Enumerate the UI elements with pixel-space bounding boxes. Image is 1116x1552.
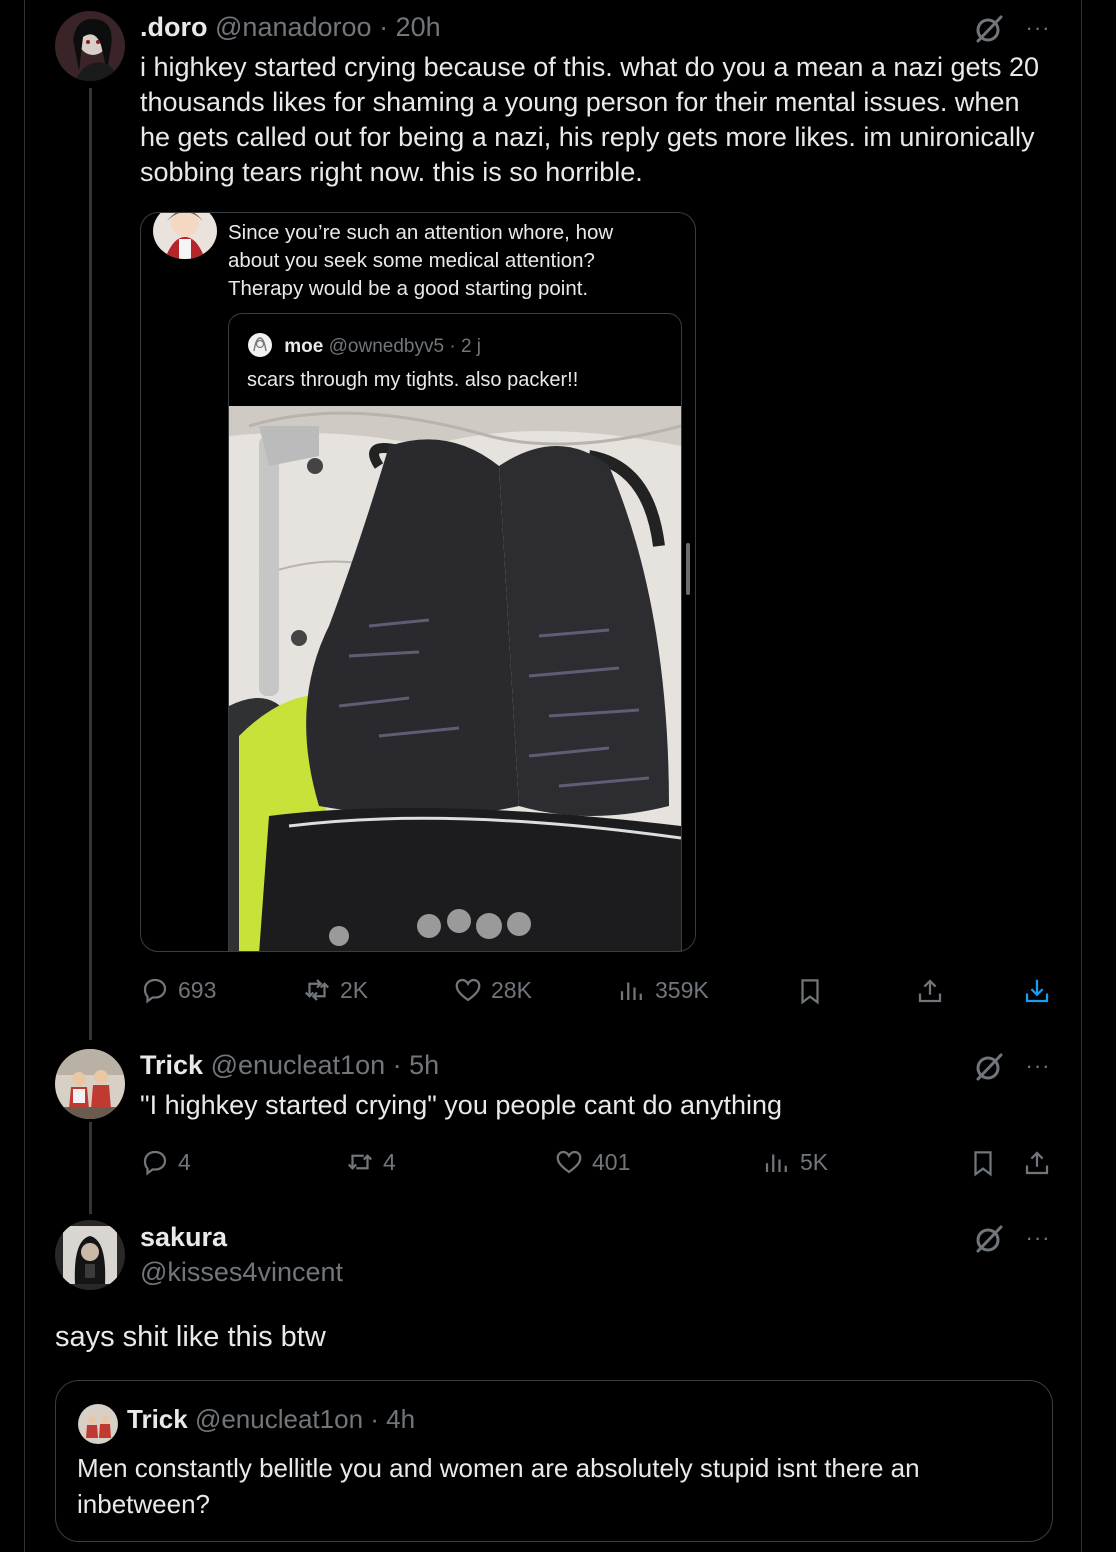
post-header: Trick @enucleat1on · 5h [140, 1050, 439, 1081]
avatar [78, 1404, 118, 1444]
grok-icon[interactable] [974, 1052, 1004, 1082]
download-icon[interactable] [1022, 976, 1052, 1006]
screenshot-reply-text: Since you’re such an attention whore, ho… [228, 221, 614, 300]
scrollbar[interactable] [686, 543, 690, 595]
post-header: .doro @nanadoroo · 20h [140, 12, 441, 43]
reply-icon [143, 978, 167, 1004]
bookmark-icon[interactable] [795, 976, 825, 1006]
post-text: "I highkey started crying" you people ca… [140, 1090, 783, 1120]
handle: @ownedbyv5 [328, 336, 445, 357]
reply-button[interactable]: 693 [140, 975, 216, 1005]
avatar[interactable] [55, 1049, 125, 1119]
more-options-icon[interactable]: ··· [1022, 1223, 1054, 1253]
repost-button[interactable]: 2K [302, 975, 368, 1005]
display-name[interactable]: .doro [140, 12, 208, 42]
timestamp[interactable]: · 20h [379, 12, 441, 42]
like-button[interactable]: 401 [554, 1147, 630, 1177]
views-button[interactable]: 359K [617, 975, 709, 1005]
grok-icon[interactable] [974, 14, 1004, 44]
timeline-right-border [1081, 0, 1082, 1552]
timestamp: · 2 j [449, 336, 482, 357]
timestamp[interactable]: · 5h [393, 1050, 440, 1080]
views-button[interactable]: 5K [762, 1147, 828, 1177]
like-icon [455, 978, 481, 1002]
views-icon [620, 982, 642, 1000]
more-options-icon[interactable]: ··· [1022, 13, 1054, 43]
thread-connector [89, 1122, 92, 1214]
share-icon[interactable] [915, 976, 945, 1006]
avatar [153, 213, 217, 259]
embedded-screenshot[interactable]: Since you’re such an attention whore, ho… [140, 212, 696, 952]
bookmark-icon[interactable] [968, 1148, 998, 1178]
reply-count: 4 [178, 1148, 191, 1175]
display-name[interactable]: Trick [127, 1404, 188, 1434]
attached-photo [229, 406, 681, 951]
avatar[interactable] [55, 11, 125, 81]
repost-icon [304, 979, 330, 1001]
thread-connector [89, 88, 92, 1040]
handle[interactable]: @nanadoroo [215, 12, 372, 42]
handle[interactable]: @enucleat1on [211, 1050, 386, 1080]
repost-count: 4 [383, 1148, 396, 1175]
avatar [248, 333, 272, 357]
timestamp[interactable]: · 4h [370, 1404, 415, 1434]
reply-button[interactable]: 4 [140, 1147, 191, 1177]
views-icon [765, 1154, 787, 1172]
handle[interactable]: @kisses4vincent [140, 1257, 343, 1287]
share-icon[interactable] [1022, 1148, 1052, 1178]
more-options-icon[interactable]: ··· [1022, 1051, 1054, 1081]
like-button[interactable]: 28K [453, 975, 532, 1005]
display-name[interactable]: sakura [140, 1222, 227, 1252]
handle-row: @kisses4vincent [140, 1257, 343, 1288]
views-count: 359K [655, 976, 709, 1003]
like-icon [556, 1150, 582, 1174]
display-name: moe [284, 336, 324, 357]
display-name[interactable]: Trick [140, 1050, 203, 1080]
display-name-row: sakura [140, 1222, 227, 1253]
like-count: 28K [491, 976, 532, 1003]
post-text: says shit like this btw [55, 1321, 326, 1353]
quoted-post-text: Men constantly bellitle you and women ar… [77, 1453, 920, 1519]
like-count: 401 [592, 1148, 631, 1175]
quoted-post-header: moe @ownedbyv5 · 2 j [247, 332, 481, 358]
post-text: i highkey started crying because of this… [140, 52, 1040, 187]
timeline-left-border [24, 0, 25, 1552]
quoted-post: moe @ownedbyv5 · 2 j scars through my ti… [228, 313, 682, 951]
quoted-post-header: Trick @enucleat1on · 4h [127, 1404, 415, 1435]
handle[interactable]: @enucleat1on [195, 1404, 363, 1434]
quoted-post-text: scars through my tights. also packer!! [247, 369, 579, 391]
grok-icon[interactable] [974, 1224, 1004, 1254]
views-count: 5K [800, 1148, 829, 1175]
repost-button[interactable]: 4 [345, 1147, 396, 1177]
reply-count: 693 [178, 976, 217, 1003]
repost-icon [347, 1154, 373, 1170]
repost-count: 2K [340, 976, 369, 1003]
reply-icon [143, 1150, 167, 1176]
avatar[interactable] [55, 1220, 125, 1290]
